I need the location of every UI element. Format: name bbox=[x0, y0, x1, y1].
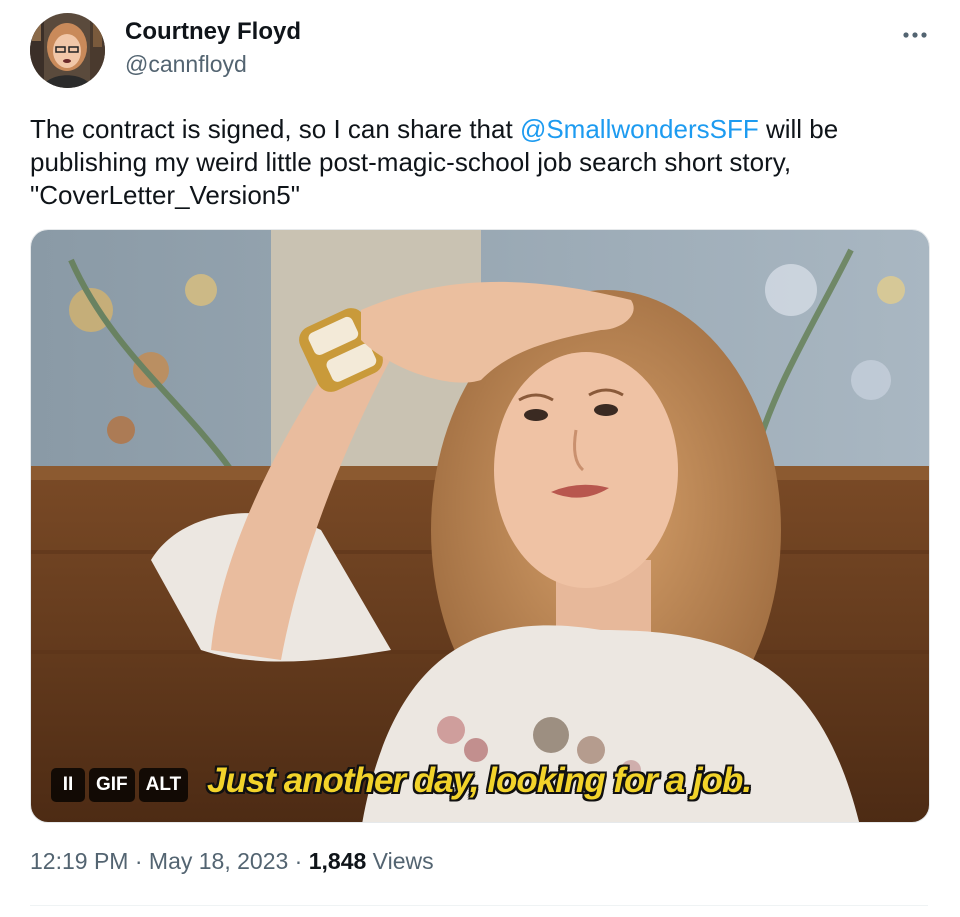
views-label: Views bbox=[366, 848, 434, 874]
tweet: Courtney Floyd @cannfloyd The contract i… bbox=[0, 0, 960, 917]
divider bbox=[30, 905, 928, 906]
tweet-text: The contract is signed, so I can share t… bbox=[30, 113, 920, 212]
alt-button[interactable]: ALT bbox=[138, 768, 189, 802]
tweet-date[interactable]: May 18, 2023 bbox=[149, 848, 288, 874]
pause-icon[interactable]: II bbox=[51, 768, 85, 802]
gif-subtitle: Just another day, looking for a job. bbox=[207, 761, 752, 800]
meta-separator: · bbox=[128, 848, 149, 874]
author-handle[interactable]: @cannfloyd bbox=[125, 51, 247, 78]
gif-frame bbox=[31, 230, 929, 822]
tweet-time[interactable]: 12:19 PM bbox=[30, 848, 128, 874]
avatar[interactable] bbox=[30, 13, 105, 88]
more-horizontal-icon[interactable] bbox=[898, 18, 932, 52]
tweet-text-part: The contract is signed, so I can share t… bbox=[30, 114, 520, 144]
tweet-meta: 12:19 PM · May 18, 2023 · 1,848 Views bbox=[30, 848, 434, 875]
meta-separator: · bbox=[288, 848, 309, 874]
gif-media[interactable]: II GIF ALT Just another day, looking for… bbox=[30, 229, 930, 823]
media-controls: II GIF ALT bbox=[51, 768, 189, 802]
views-count[interactable]: 1,848 bbox=[309, 848, 367, 874]
gif-badge: GIF bbox=[89, 768, 135, 802]
mention-link[interactable]: @SmallwondersSFF bbox=[520, 114, 759, 144]
author-display-name[interactable]: Courtney Floyd bbox=[125, 18, 301, 46]
